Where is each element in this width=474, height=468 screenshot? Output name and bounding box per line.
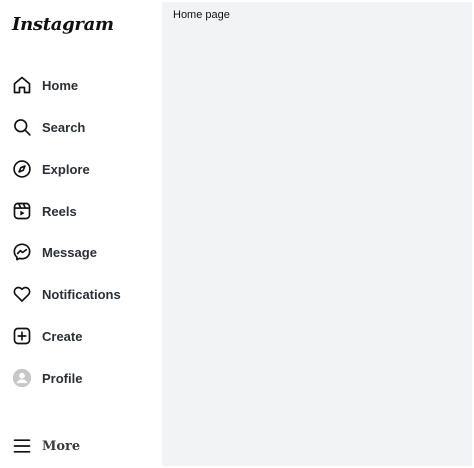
sidebar-item-label: Message bbox=[42, 244, 97, 260]
sidebar-item-label: Home bbox=[42, 77, 79, 93]
heart-icon bbox=[12, 284, 32, 304]
page-title: Home page bbox=[173, 9, 230, 21]
compass-icon bbox=[12, 159, 32, 179]
reels-icon bbox=[12, 201, 32, 221]
sidebar-item-label: Search bbox=[42, 119, 86, 135]
sidebar-item-label: Notifications bbox=[42, 286, 121, 302]
sidebar-item-more[interactable]: More bbox=[12, 434, 80, 458]
hamburger-menu-icon bbox=[12, 436, 32, 456]
sidebar-item-label: Explore bbox=[42, 161, 90, 177]
sidebar-item-label: Reels bbox=[42, 203, 77, 219]
more-label: More bbox=[42, 438, 81, 454]
sidebar-item-reels[interactable]: Reels bbox=[12, 199, 77, 223]
sidebar-item-search[interactable]: Search bbox=[12, 115, 85, 139]
sidebar-item-create[interactable]: Create bbox=[12, 324, 82, 348]
sidebar-item-notifications[interactable]: Notifications bbox=[12, 282, 121, 306]
main-content: Home page bbox=[162, 2, 472, 466]
instagram-logo[interactable]: Instagram bbox=[12, 14, 114, 35]
sidebar-item-message[interactable]: Message bbox=[12, 240, 97, 264]
plus-square-icon bbox=[12, 326, 32, 346]
sidebar-item-home[interactable]: Home bbox=[12, 73, 78, 97]
home-icon bbox=[12, 75, 32, 95]
sidebar-item-label: Profile bbox=[42, 370, 83, 386]
sidebar: Instagram Home Search Explore Reels Mess… bbox=[0, 0, 162, 468]
search-icon bbox=[12, 117, 32, 137]
messenger-icon bbox=[12, 242, 32, 262]
avatar-icon bbox=[12, 368, 32, 388]
sidebar-item-explore[interactable]: Explore bbox=[12, 157, 90, 181]
sidebar-item-profile[interactable]: Profile bbox=[12, 366, 82, 390]
sidebar-item-label: Create bbox=[42, 328, 83, 344]
